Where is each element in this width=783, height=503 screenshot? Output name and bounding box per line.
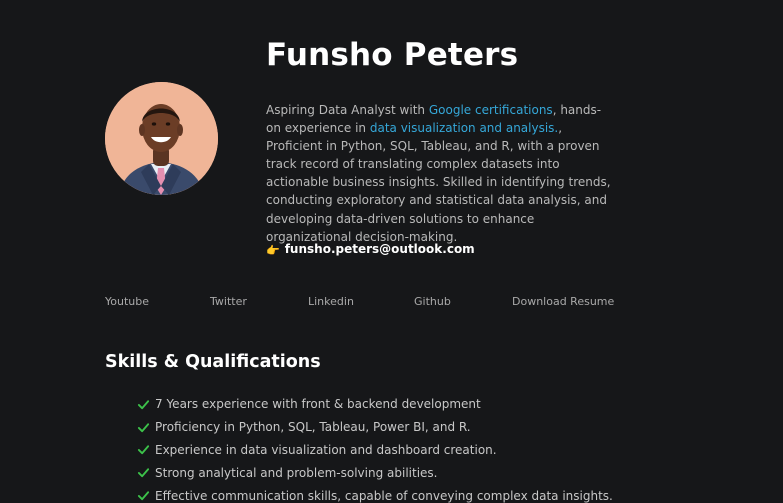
list-item: Experience in data visualization and das…: [137, 439, 613, 462]
check-icon: [137, 445, 150, 455]
skills-list: 7 Years experience with front & backend …: [137, 393, 613, 503]
skill-text: Proficiency in Python, SQL, Tableau, Pow…: [155, 420, 471, 435]
check-icon: [137, 423, 150, 432]
skills-heading: Skills & Qualifications: [105, 352, 321, 372]
nav-link-twitter[interactable]: Twitter: [210, 295, 247, 309]
bio-text-3: , Proficient in Python, SQL, Tableau, an…: [266, 121, 611, 244]
check-icon: [137, 468, 150, 478]
avatar: [105, 82, 218, 195]
nav-link-youtube[interactable]: Youtube: [105, 295, 149, 309]
skill-text: Experience in data visualization and das…: [155, 442, 497, 457]
check-icon: [137, 491, 150, 501]
list-item: 7 Years experience with front & backend …: [137, 393, 613, 416]
nav-link-download-resume[interactable]: Download Resume: [512, 295, 614, 309]
bio-paragraph: Aspiring Data Analyst with Google certif…: [266, 101, 616, 246]
avatar-portrait: [105, 82, 218, 195]
data-visualization-link[interactable]: data visualization and analysis.: [370, 121, 558, 135]
list-item: Proficiency in Python, SQL, Tableau, Pow…: [137, 416, 613, 439]
email-address[interactable]: funsho.peters@outlook.com: [285, 241, 475, 257]
skill-text: Strong analytical and problem-solving ab…: [155, 465, 438, 480]
nav-link-linkedin[interactable]: Linkedin: [308, 295, 354, 309]
skill-text: Effective communication skills, capable …: [155, 488, 613, 503]
nav-link-github[interactable]: Github: [414, 295, 451, 309]
bio-text-1: Aspiring Data Analyst with: [266, 103, 429, 117]
list-item: Effective communication skills, capable …: [137, 484, 613, 503]
email-row: 👉 funsho.peters@outlook.com: [266, 241, 475, 257]
list-item: Strong analytical and problem-solving ab…: [137, 461, 613, 484]
portfolio-page: Funsho Peters Aspiring Data Analyst with…: [0, 0, 783, 503]
check-icon: [137, 400, 150, 410]
page-title: Funsho Peters: [266, 37, 519, 73]
google-certifications-link[interactable]: Google certifications: [429, 103, 553, 117]
social-nav: Youtube Twitter Linkedin Github Download…: [0, 295, 783, 311]
skill-text: 7 Years experience with front & backend …: [155, 397, 481, 412]
pointing-hand-icon: 👉: [266, 244, 280, 257]
